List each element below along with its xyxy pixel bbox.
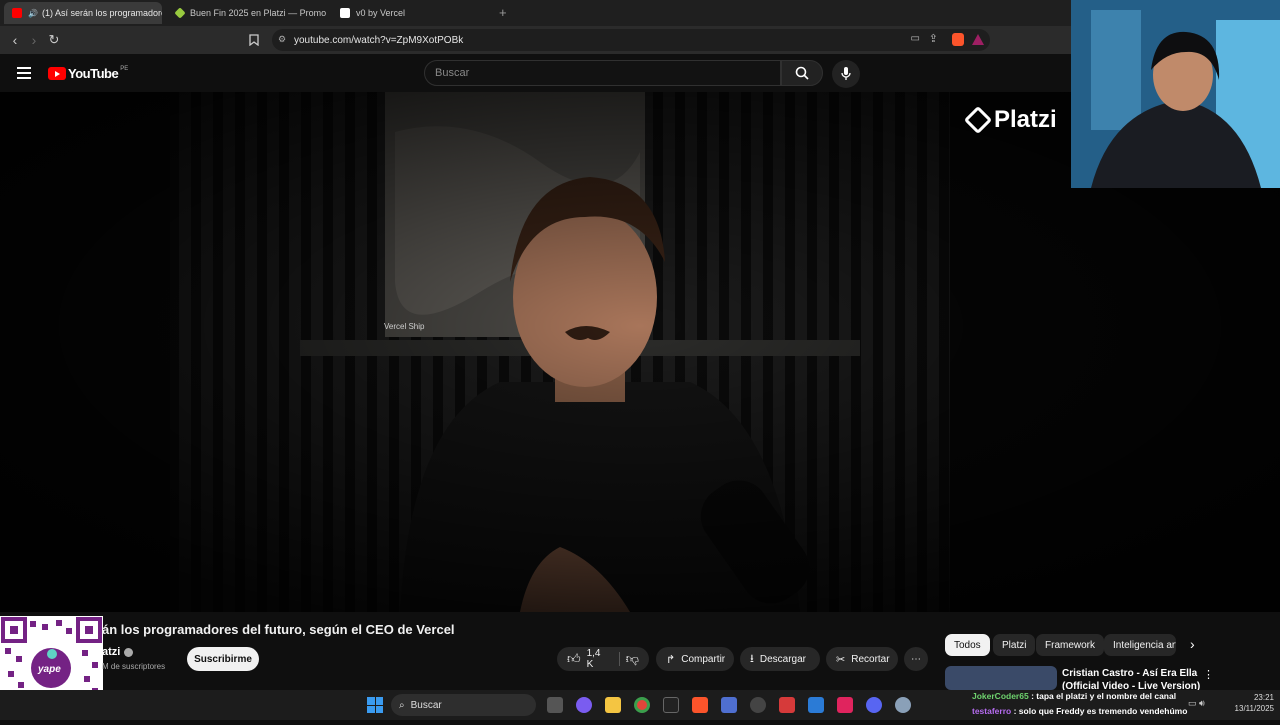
brave-icon[interactable] xyxy=(692,697,708,713)
platzi-watermark: Platzi xyxy=(963,105,1057,135)
tab-title: (1) Así serán los programadores xyxy=(41,8,162,18)
tab-title: v0 by Vercel xyxy=(356,8,406,18)
tiktok-icon[interactable] xyxy=(837,697,853,713)
webcam-overlay xyxy=(1071,0,1280,188)
platzi-logo-icon xyxy=(963,105,993,135)
new-tab-icon[interactable]: + xyxy=(499,5,507,20)
region-code: PE xyxy=(120,65,129,72)
settings-icon[interactable] xyxy=(895,697,911,713)
yape-label: yape xyxy=(38,664,61,675)
tab-youtube[interactable]: 🔊 (1) Así serán los programadores ✕ xyxy=(4,2,162,24)
more-actions-button[interactable]: ⋯ xyxy=(904,647,928,671)
start-icon[interactable] xyxy=(367,697,383,713)
search-icon xyxy=(795,66,809,80)
clip-button[interactable]: ✂ Recortar xyxy=(826,647,898,671)
more-icon: ⋯ xyxy=(911,653,921,665)
site-settings-icon[interactable]: ⚙ xyxy=(278,34,286,45)
task-view-icon[interactable] xyxy=(547,697,563,713)
dislike-icon[interactable]: 👎︎ xyxy=(626,651,639,667)
subscribe-button[interactable]: Suscribirme xyxy=(187,647,259,671)
speaker-icon: 🔊 xyxy=(28,8,38,18)
v0-favicon-icon xyxy=(340,8,350,18)
chat-user: testaferro xyxy=(972,706,1012,716)
chat-text: : solo que Freddy es tremendo vendehúmo xyxy=(1013,706,1188,716)
brave-rewards-icon[interactable] xyxy=(972,34,984,45)
chips-next-icon[interactable]: › xyxy=(1190,636,1195,652)
github-icon[interactable] xyxy=(750,697,766,713)
terminal-icon[interactable] xyxy=(663,697,679,713)
chat-user: JokerCoder65 xyxy=(972,691,1029,701)
share-button[interactable]: ↱ Compartir xyxy=(656,647,734,671)
youtube-favicon-icon xyxy=(12,8,22,18)
clock-date[interactable]: 13/11/2025 xyxy=(1220,704,1274,713)
search-button[interactable] xyxy=(781,60,823,86)
like-dislike-group: 👍︎ 1,4 K 👎︎ xyxy=(557,647,649,671)
game-icon[interactable] xyxy=(721,697,737,713)
youtube-logo[interactable]: YouTube PE xyxy=(48,66,128,81)
share-icon: ↱ xyxy=(666,653,676,666)
like-icon[interactable]: 👍︎ xyxy=(567,651,581,667)
url-text: youtube.com/watch?v=ZpM9XotPOBk xyxy=(294,34,464,46)
voice-search-button[interactable] xyxy=(832,60,860,88)
verified-icon xyxy=(124,647,134,657)
channel-name[interactable]: atzi xyxy=(102,646,134,658)
chat-text: : tapa el platzi y el nombre del canal xyxy=(1031,691,1177,701)
brave-shields-icon[interactable] xyxy=(952,33,964,46)
related-title-2[interactable]: (Official Video - Live Version) xyxy=(1062,681,1200,690)
youtube-wordmark: YouTube xyxy=(68,66,119,81)
youtube-play-icon xyxy=(48,67,66,80)
copilot-icon[interactable] xyxy=(576,697,592,713)
discord-icon[interactable] xyxy=(866,697,882,713)
download-icon: ⭳ xyxy=(750,652,754,665)
back-icon[interactable]: ‹ xyxy=(6,31,24,49)
video-title: án los programadores del futuro, según e… xyxy=(102,622,455,637)
tab-vercel[interactable]: v0 by Vercel xyxy=(332,2,490,24)
taskbar-search[interactable]: ⌕ Buscar xyxy=(391,694,536,716)
menu-icon[interactable] xyxy=(17,67,31,79)
chrome-icon[interactable] xyxy=(634,697,650,713)
tab-title: Buen Fin 2025 en Platzi — Promo en xyxy=(190,8,326,18)
chat-message: testaferro : solo que Freddy es tremendo… xyxy=(972,706,1187,716)
chip-framework[interactable]: Framework xyxy=(1036,634,1105,656)
divider xyxy=(618,652,620,666)
platzi-favicon-icon xyxy=(174,7,186,19)
related-thumbnail[interactable] xyxy=(945,666,1057,690)
app-tf-icon[interactable] xyxy=(779,697,795,713)
related-title[interactable]: Cristian Castro - Así Era Ella xyxy=(1062,668,1197,679)
file-explorer-icon[interactable] xyxy=(605,697,621,713)
address-bar[interactable]: ⚙ youtube.com/watch?v=ZpM9XotPOBk ▭ ⇪ xyxy=(272,29,990,51)
clock-time[interactable]: 23:21 xyxy=(1226,693,1274,702)
scissors-icon: ✂ xyxy=(836,653,846,666)
app-blue-icon[interactable] xyxy=(808,697,824,713)
chat-message: JokerCoder65 : tapa el platzi y el nombr… xyxy=(972,691,1176,701)
chip-todos[interactable]: Todos xyxy=(945,634,990,656)
like-count[interactable]: 1,4 K xyxy=(587,648,609,670)
download-button[interactable]: ⭳ Descargar xyxy=(740,647,820,671)
search-input[interactable]: Buscar xyxy=(424,60,781,86)
chip-ia[interactable]: Inteligencia art xyxy=(1104,634,1176,656)
reload-icon[interactable]: ↻ xyxy=(45,31,63,49)
chip-platzi[interactable]: Platzi xyxy=(993,634,1036,656)
cast-icon[interactable]: ▭ xyxy=(911,33,920,44)
search-icon: ⌕ xyxy=(399,699,405,711)
related-more-icon[interactable]: ⋮ xyxy=(1203,668,1214,681)
share-icon[interactable]: ⇪ xyxy=(929,32,938,45)
tab-platzi[interactable]: Buen Fin 2025 en Platzi — Promo en xyxy=(168,2,326,24)
subscriber-count: M de suscriptores xyxy=(102,662,166,671)
studio-sign-text: Vercel Ship xyxy=(384,322,425,331)
bookmark-icon[interactable] xyxy=(245,31,263,49)
microphone-icon xyxy=(841,67,851,80)
forward-icon[interactable]: › xyxy=(25,31,43,49)
tray-icons[interactable]: ▭ 🔊︎ xyxy=(1188,698,1205,709)
